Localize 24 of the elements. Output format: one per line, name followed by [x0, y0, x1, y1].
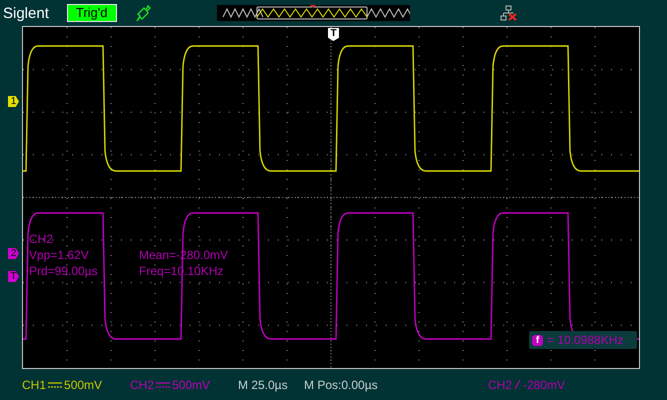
trigger-status-indicator: Trig'd: [66, 4, 116, 22]
dc-coupling-icon: [156, 380, 170, 388]
trigger-position-marker: T: [328, 28, 339, 41]
dc-coupling-icon: [48, 380, 62, 388]
counter-icon: f: [532, 334, 543, 346]
measurement-value: Prd=99.00µs: [29, 264, 99, 278]
timebase-label: M 25.0µs: [238, 378, 289, 392]
channel-scale: 500mV: [64, 378, 102, 392]
measurement-value: Vpp=1.62V: [29, 248, 90, 262]
brand-label: Siglent: [3, 4, 49, 22]
channel-marker[interactable]: 2: [8, 248, 19, 259]
trigger-source-label: CH2: [488, 378, 512, 392]
trigger-level-label: -280mV: [523, 378, 566, 392]
channel-marker[interactable]: 1: [8, 96, 19, 107]
channel-name: CH2: [130, 378, 154, 392]
counter-value: = 10.0988KHz: [547, 333, 624, 347]
horizontal-position-label: M Pos:0.00µs: [304, 378, 379, 392]
measurement-channel-label: CH2: [29, 232, 54, 246]
channel-scale: 500mV: [172, 378, 210, 392]
probe-icon: [134, 4, 150, 22]
network-disconnected-icon: [500, 5, 518, 21]
rising-edge-icon: [514, 379, 522, 390]
channel-name: CH1: [22, 378, 46, 392]
channel-marker[interactable]: T: [8, 271, 19, 282]
